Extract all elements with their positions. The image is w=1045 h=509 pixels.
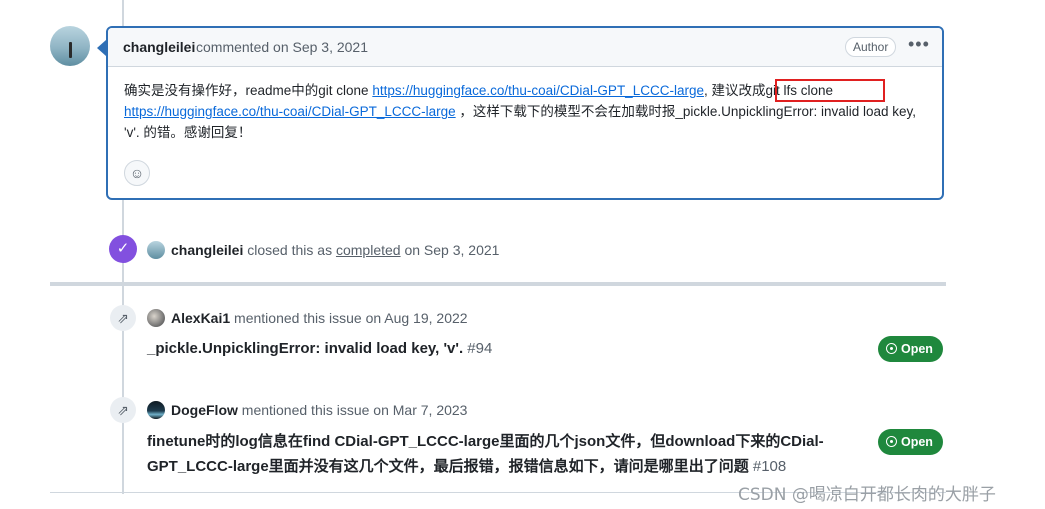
avatar[interactable]	[147, 309, 165, 327]
mention-title[interactable]: _pickle.UnpicklingError: invalid load ke…	[147, 336, 847, 361]
comment-header: changleilei commented on Sep 3, 2021 Aut…	[108, 28, 942, 67]
check-circle-icon: ✓	[109, 235, 137, 263]
completed-link[interactable]: completed	[336, 242, 401, 258]
issue-opened-icon	[886, 436, 897, 447]
open-status-badge: Open	[878, 336, 943, 362]
issue-opened-icon	[886, 343, 897, 354]
issue-title[interactable]: finetune时的log信息在find CDial-GPT_LCCC-larg…	[147, 433, 824, 475]
event-text: closed this as	[247, 242, 333, 258]
avatar[interactable]	[147, 401, 165, 419]
status-label: Open	[901, 342, 933, 356]
event-user[interactable]: changleilei	[171, 242, 243, 258]
status-label: Open	[901, 435, 933, 449]
open-status-badge: Open	[878, 429, 943, 455]
comment-box: changleilei commented on Sep 3, 2021 Aut…	[106, 26, 944, 200]
cross-reference-icon: ⇗	[110, 305, 136, 331]
event-user[interactable]: DogeFlow	[171, 402, 238, 418]
avatar[interactable]	[147, 241, 165, 259]
issue-title[interactable]: _pickle.UnpicklingError: invalid load ke…	[147, 340, 463, 357]
red-highlight-box	[775, 79, 885, 102]
comment-meta: commented on Sep 3, 2021	[196, 39, 369, 55]
timeline-separator	[50, 282, 946, 286]
kebab-horizontal-icon[interactable]: •••	[908, 34, 930, 55]
mention-event: DogeFlow mentioned this issue on Mar 7, …	[171, 402, 467, 418]
avatar[interactable]	[50, 26, 90, 66]
author-badge: Author	[845, 37, 897, 57]
comment-author[interactable]: changleilei	[123, 39, 195, 55]
issue-number[interactable]: #94	[467, 340, 492, 357]
event-text: mentioned this issue on Aug 19, 2022	[234, 310, 468, 326]
watermark: CSDN @喝凉白开都长肉的大胖子	[738, 485, 996, 505]
cross-reference-icon: ⇗	[110, 397, 136, 423]
comment-text: 确实是没有操作好，readme中的git clone	[124, 83, 373, 98]
event-date: on Sep 3, 2021	[404, 242, 500, 258]
smiley-icon[interactable]: ☺	[124, 160, 150, 186]
huggingface-link-2[interactable]: https://huggingface.co/thu-coai/CDial-GP…	[124, 104, 456, 119]
issue-number[interactable]: #108	[753, 458, 786, 475]
mention-event: AlexKai1 mentioned this issue on Aug 19,…	[171, 310, 468, 326]
closed-event: changleilei closed this as completed on …	[171, 242, 499, 258]
event-user[interactable]: AlexKai1	[171, 310, 230, 326]
event-text: mentioned this issue on Mar 7, 2023	[241, 402, 468, 418]
comment-pointer	[97, 40, 106, 56]
mention-title[interactable]: finetune时的log信息在find CDial-GPT_LCCC-larg…	[147, 429, 847, 479]
huggingface-link-1[interactable]: https://huggingface.co/thu-coai/CDial-GP…	[372, 83, 704, 98]
